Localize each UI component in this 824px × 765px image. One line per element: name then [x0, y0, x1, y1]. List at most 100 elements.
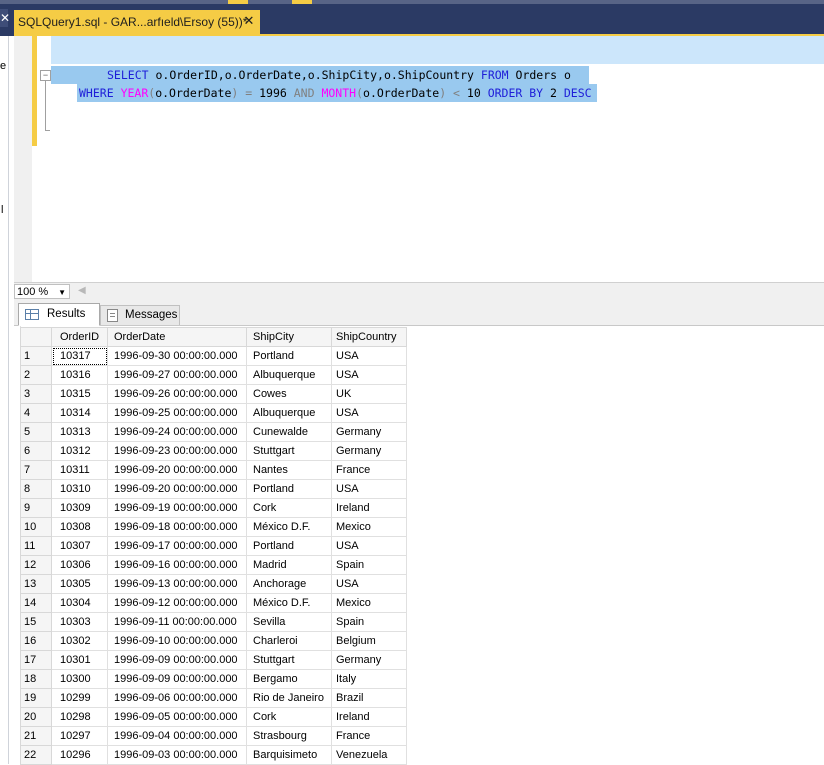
cell-orderdate[interactable]: 1996-09-23 00:00:00.000	[107, 441, 247, 461]
table-row[interactable]: 5 10313 1996-09-24 00:00:00.000 Cunewalde Ge…	[20, 422, 407, 442]
row-number[interactable]: 15	[20, 612, 52, 632]
tab-sqlquery1[interactable]: SQLQuery1.sql - GAR...arfıeld\Ersoy (55)…	[14, 10, 260, 34]
cell-orderid[interactable]: 10312	[51, 441, 108, 461]
row-number[interactable]: 7	[20, 460, 52, 480]
cell-orderdate[interactable]: 1996-09-09 00:00:00.000	[107, 669, 247, 689]
cell-orderdate[interactable]: 1996-09-04 00:00:00.000	[107, 726, 247, 746]
scroll-left-icon[interactable]: ◀	[78, 285, 86, 296]
cell-shipcountry[interactable]: Germany	[331, 441, 407, 461]
row-number[interactable]: 3	[20, 384, 52, 404]
row-number[interactable]: 19	[20, 688, 52, 708]
cell-orderid[interactable]: 10314	[51, 403, 108, 423]
close-tab-icon[interactable]: ✕	[242, 13, 256, 29]
cell-orderdate[interactable]: 1996-09-16 00:00:00.000	[107, 555, 247, 575]
cell-shipcity[interactable]: Madrid	[246, 555, 332, 575]
cell-shipcity[interactable]: Portland	[246, 536, 332, 556]
cell-shipcountry[interactable]: USA	[331, 536, 407, 556]
cell-shipcountry[interactable]: France	[331, 726, 407, 746]
cell-orderdate[interactable]: 1996-09-06 00:00:00.000	[107, 688, 247, 708]
cell-shipcountry[interactable]: USA	[331, 479, 407, 499]
column-header-shipcountry[interactable]: ShipCountry	[331, 327, 407, 347]
table-row[interactable]: 21 10297 1996-09-04 00:00:00.000 Strasbourg…	[20, 726, 407, 746]
cell-orderdate[interactable]: 1996-09-19 00:00:00.000	[107, 498, 247, 518]
cell-orderid[interactable]: 10304	[51, 593, 108, 613]
left-panel-close-icon[interactable]: ✕	[0, 9, 10, 27]
cell-shipcountry[interactable]: Germany	[331, 650, 407, 670]
cell-shipcountry[interactable]: Ireland	[331, 498, 407, 518]
code-line-1[interactable]: SELECT o.OrderID,o.OrderDate,o.ShipCity,…	[107, 66, 571, 84]
table-row[interactable]: 2 10316 1996-09-27 00:00:00.000 Albuquerque…	[20, 365, 407, 385]
cell-orderdate[interactable]: 1996-09-27 00:00:00.000	[107, 365, 247, 385]
cell-shipcity[interactable]: Barquisimeto	[246, 745, 332, 765]
row-number[interactable]: 21	[20, 726, 52, 746]
cell-shipcity[interactable]: Charleroi	[246, 631, 332, 651]
cell-orderid[interactable]: 10310	[51, 479, 108, 499]
cell-shipcity[interactable]: Cowes	[246, 384, 332, 404]
cell-shipcountry[interactable]: Mexico	[331, 517, 407, 537]
table-row[interactable]: 4 10314 1996-09-25 00:00:00.000 Albuquerque…	[20, 403, 407, 423]
row-number[interactable]: 16	[20, 631, 52, 651]
cell-orderid[interactable]: 10299	[51, 688, 108, 708]
cell-orderid[interactable]: 10300	[51, 669, 108, 689]
cell-orderdate[interactable]: 1996-09-20 00:00:00.000	[107, 479, 247, 499]
zoom-select[interactable]: 100 % ▼	[14, 284, 70, 299]
cell-orderid[interactable]: 10307	[51, 536, 108, 556]
cell-orderid[interactable]: 10316	[51, 365, 108, 385]
row-number[interactable]: 6	[20, 441, 52, 461]
tab-results[interactable]: Results	[18, 303, 100, 326]
cell-orderid[interactable]: 10306	[51, 555, 108, 575]
cell-orderid[interactable]: 10311	[51, 460, 108, 480]
cell-orderdate[interactable]: 1996-09-30 00:00:00.000	[107, 346, 247, 366]
table-row[interactable]: 8 10310 1996-09-20 00:00:00.000 Portland USA	[20, 479, 407, 499]
cell-shipcity[interactable]: Nantes	[246, 460, 332, 480]
results-grid[interactable]: OrderID OrderDate ShipCity ShipCountry 1…	[14, 326, 824, 765]
cell-orderid[interactable]: 10302	[51, 631, 108, 651]
cell-orderdate[interactable]: 1996-09-25 00:00:00.000	[107, 403, 247, 423]
cell-shipcity[interactable]: Portland	[246, 479, 332, 499]
cell-orderdate[interactable]: 1996-09-18 00:00:00.000	[107, 517, 247, 537]
cell-shipcity[interactable]: Rio de Janeiro	[246, 688, 332, 708]
cell-orderid[interactable]: 10315	[51, 384, 108, 404]
table-row[interactable]: 3 10315 1996-09-26 00:00:00.000 Cowes UK	[20, 384, 407, 404]
cell-shipcountry[interactable]: Belgium	[331, 631, 407, 651]
cell-orderid[interactable]: 10308	[51, 517, 108, 537]
cell-shipcountry[interactable]: Italy	[331, 669, 407, 689]
cell-orderdate[interactable]: 1996-09-26 00:00:00.000	[107, 384, 247, 404]
cell-orderdate[interactable]: 1996-09-10 00:00:00.000	[107, 631, 247, 651]
table-row[interactable]: 10 10308 1996-09-18 00:00:00.000 México D.F…	[20, 517, 407, 537]
table-row[interactable]: 6 10312 1996-09-23 00:00:00.000 Stuttgart Ge…	[20, 441, 407, 461]
row-number[interactable]: 11	[20, 536, 52, 556]
cell-shipcity[interactable]: Strasbourg	[246, 726, 332, 746]
row-number[interactable]: 13	[20, 574, 52, 594]
cell-orderid[interactable]: 10298	[51, 707, 108, 727]
column-header-orderdate[interactable]: OrderDate	[107, 327, 247, 347]
row-number-header[interactable]	[20, 327, 52, 347]
table-row[interactable]: 18 10300 1996-09-09 00:00:00.000 Bergamo Ita…	[20, 669, 407, 689]
chevron-down-icon[interactable]: ▼	[58, 285, 66, 300]
row-number[interactable]: 4	[20, 403, 52, 423]
cell-shipcountry[interactable]: Germany	[331, 422, 407, 442]
cell-orderdate[interactable]: 1996-09-11 00:00:00.000	[107, 612, 247, 632]
row-number[interactable]: 17	[20, 650, 52, 670]
cell-shipcity[interactable]: Stuttgart	[246, 441, 332, 461]
cell-shipcountry[interactable]: USA	[331, 403, 407, 423]
cell-shipcity[interactable]: Albuquerque	[246, 365, 332, 385]
cell-shipcountry[interactable]: Brazil	[331, 688, 407, 708]
cell-shipcountry[interactable]: Venezuela	[331, 745, 407, 765]
row-number[interactable]: 10	[20, 517, 52, 537]
cell-orderdate[interactable]: 1996-09-09 00:00:00.000	[107, 650, 247, 670]
cell-shipcity[interactable]: Bergamo	[246, 669, 332, 689]
query-editor[interactable]: − SELECT o.OrderID,o.OrderDate,o.ShipCit…	[14, 36, 824, 282]
cell-orderdate[interactable]: 1996-09-20 00:00:00.000	[107, 460, 247, 480]
cell-orderid[interactable]: 10309	[51, 498, 108, 518]
cell-shipcity[interactable]: Portland	[246, 346, 332, 366]
row-number[interactable]: 14	[20, 593, 52, 613]
results-table[interactable]: OrderID OrderDate ShipCity ShipCountry 1…	[20, 327, 407, 765]
table-row[interactable]: 7 10311 1996-09-20 00:00:00.000 Nantes Franc…	[20, 460, 407, 480]
cell-orderid[interactable]: 10296	[51, 745, 108, 765]
cell-shipcity[interactable]: Albuquerque	[246, 403, 332, 423]
cell-shipcity[interactable]: Cork	[246, 707, 332, 727]
row-number[interactable]: 18	[20, 669, 52, 689]
row-number[interactable]: 22	[20, 745, 52, 765]
row-number[interactable]: 1	[20, 346, 52, 366]
